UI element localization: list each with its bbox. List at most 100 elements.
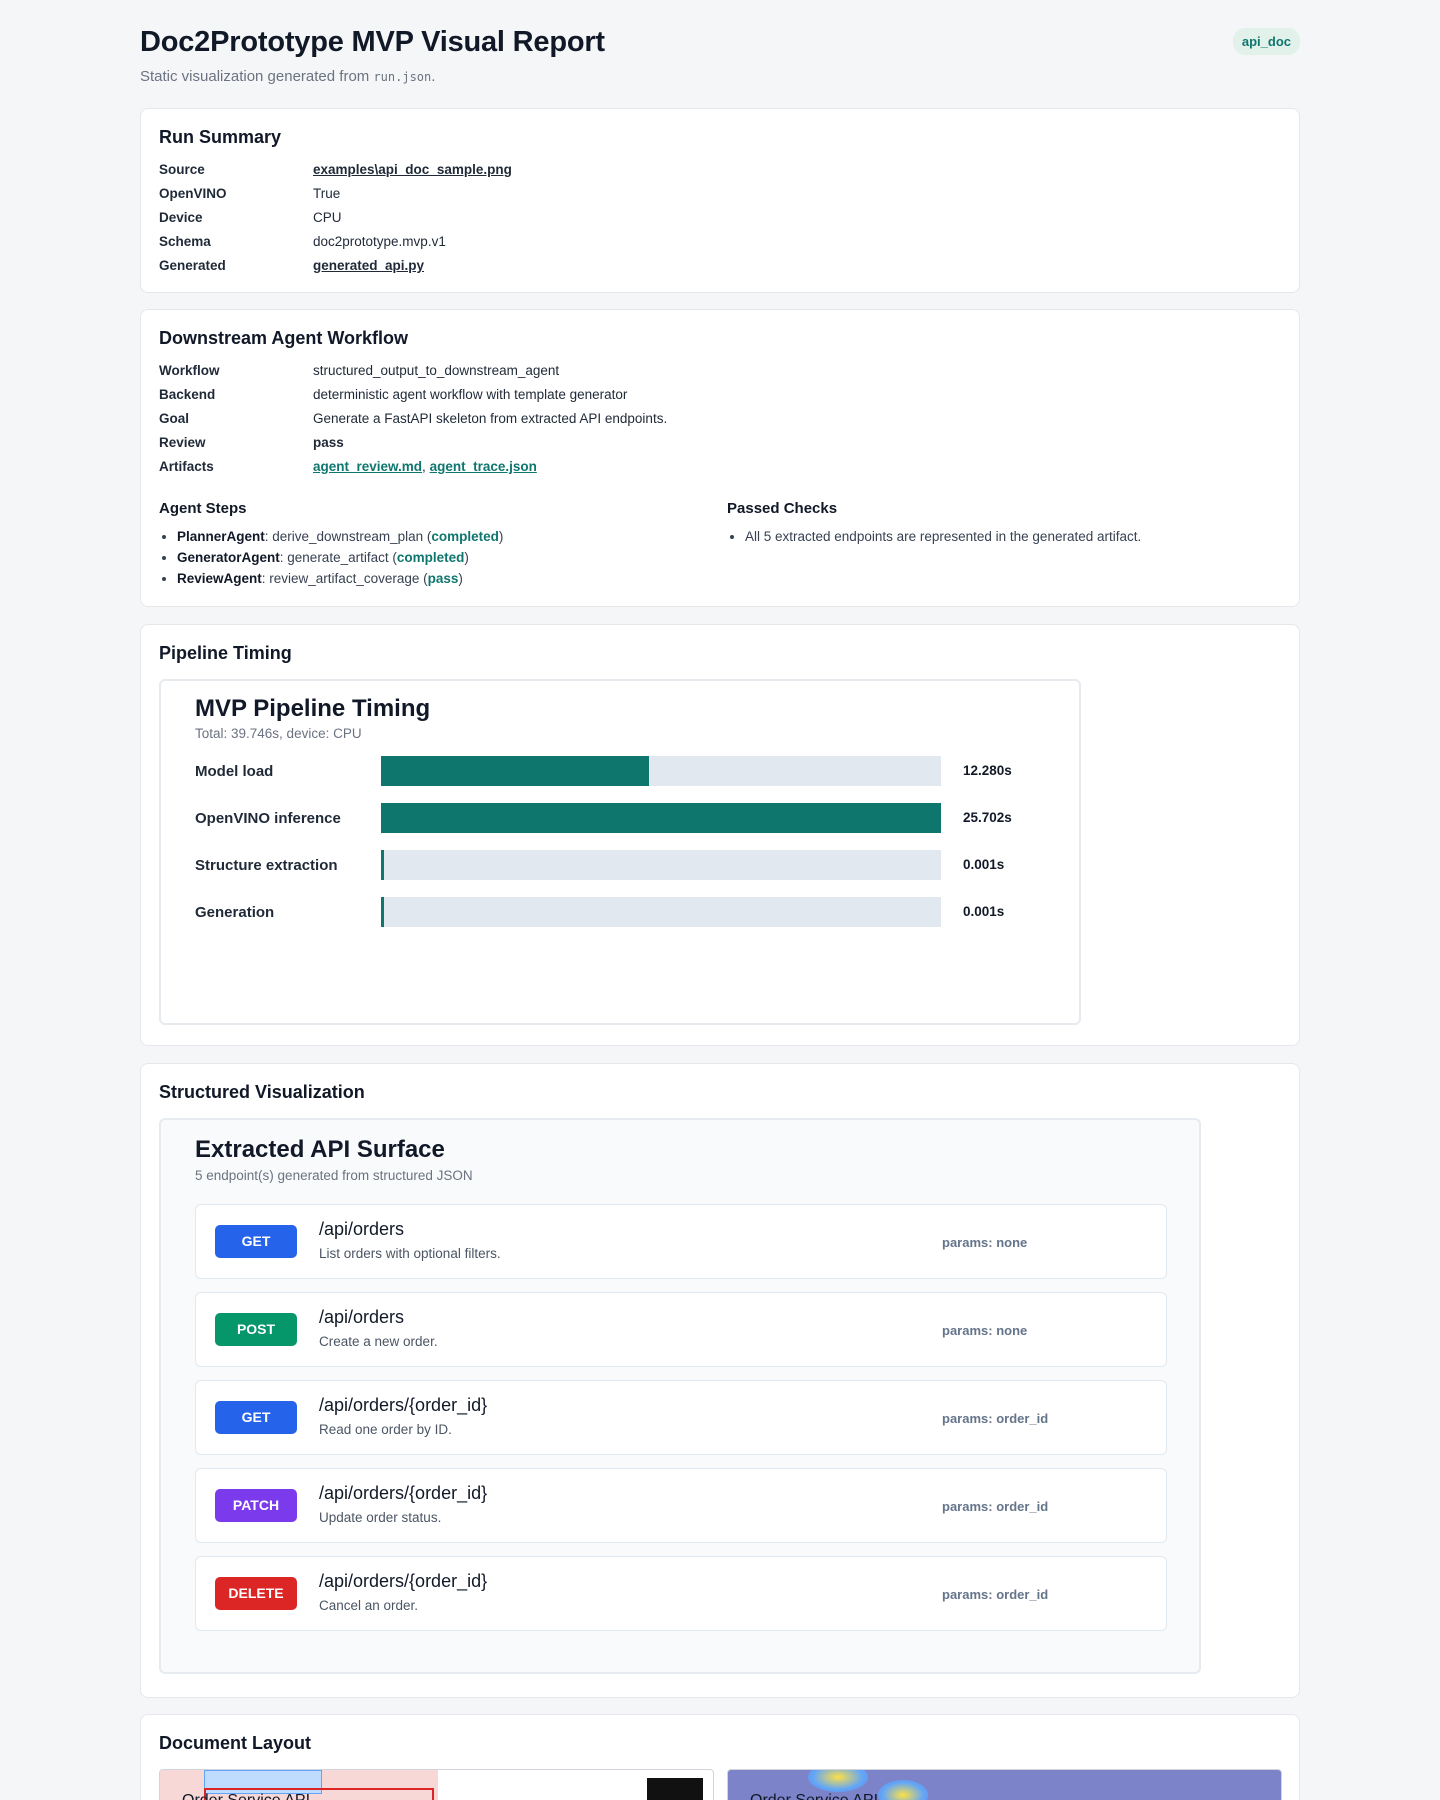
endpoint-params: params: order_id (942, 1499, 1049, 1514)
passed-checks-title: Passed Checks (727, 500, 838, 517)
agent-action: : derive_downstream_plan ( (264, 529, 432, 544)
goal-value: Generate a FastAPI skeleton from extract… (313, 411, 668, 426)
summary-row-openvino: OpenVINO True (159, 182, 512, 206)
timing-chart-frame: MVP Pipeline Timing Total: 39.746s, devi… (159, 679, 1081, 1025)
summary-row-device: Device CPU (159, 206, 512, 230)
page-subtitle: Static visualization generated from run.… (140, 68, 435, 85)
method-badge: GET (215, 1401, 297, 1434)
summary-key: Generated (159, 258, 226, 273)
method-badge: PATCH (215, 1489, 297, 1522)
endpoint-path: /api/orders (319, 1307, 405, 1327)
agent-trace-link[interactable]: agent_trace.json (430, 459, 537, 474)
timing-track (381, 850, 941, 880)
heatmap-spot (808, 1770, 868, 1792)
source-link[interactable]: examples\api_doc_sample.png (313, 158, 512, 182)
report-page: Doc2Prototype MVP Visual Report Static v… (140, 0, 1300, 1800)
endpoint-description: Read one order by ID. (319, 1422, 452, 1437)
run-summary-card: Run Summary Source examples\api_doc_sampl… (140, 108, 1300, 293)
timing-bar (381, 756, 649, 786)
structured-section-title: Structured Visualization (159, 1082, 365, 1102)
timing-track (381, 803, 941, 833)
method-badge: POST (215, 1313, 297, 1346)
endpoint-description: List orders with optional filters. (319, 1246, 501, 1261)
api-surface-subtitle: 5 endpoint(s) generated from structured … (195, 1168, 473, 1183)
step-status: pass (427, 571, 459, 586)
document-layout-title: Document Layout (159, 1733, 312, 1753)
endpoint-params: params: none (942, 1323, 1028, 1338)
timing-row: Generation 0.001s (195, 897, 1015, 927)
endpoint-card: PATCH/api/orders/{order_id} Update order … (195, 1468, 1167, 1543)
workflow-card: Downstream Agent Workflow Workflow struct… (140, 309, 1300, 607)
agent-steps-list: PlannerAgent: derive_downstream_plan (co… (159, 526, 503, 589)
endpoint-description: Create a new order. (319, 1334, 438, 1349)
backend-key: Backend (159, 387, 216, 402)
backend-value: deterministic agent workflow with templa… (313, 387, 628, 402)
page-header: Doc2Prototype MVP Visual Report Static v… (140, 0, 1300, 108)
heatmap-image: Order Service API (727, 1769, 1282, 1800)
timing-track (381, 756, 941, 786)
timing-section-title: Pipeline Timing (159, 643, 292, 663)
artifacts-row: Artifacts agent_review.md, agent_trace.js… (159, 455, 667, 479)
goal-key: Goal (159, 411, 190, 426)
agent-action: : generate_artifact ( (279, 550, 397, 565)
page-title: Doc2Prototype MVP Visual Report (140, 26, 605, 58)
endpoint-params: params: none (942, 1235, 1028, 1250)
endpoint-path: /api/orders (319, 1219, 405, 1239)
method-badge: GET (215, 1225, 297, 1258)
workflow-value: structured_output_to_downstream_agent (313, 363, 560, 378)
review-key: Review (159, 435, 206, 450)
agent-name: ReviewAgent (177, 571, 262, 586)
timing-label: OpenVINO inference (195, 810, 341, 827)
summary-key: OpenVINO (159, 186, 227, 201)
timing-row: Structure extraction 0.001s (195, 850, 1015, 880)
timing-value: 12.280s (963, 763, 1012, 778)
timing-value: 25.702s (963, 810, 1012, 825)
backend-row: Backend deterministic agent workflow with… (159, 383, 667, 407)
timing-label: Model load (195, 763, 274, 780)
summary-row-source: Source examples\api_doc_sample.png (159, 158, 512, 182)
summary-value: doc2prototype.mvp.v1 (313, 234, 446, 249)
list-item: PlannerAgent: derive_downstream_plan (co… (177, 526, 503, 547)
workflow-table: Workflow structured_output_to_downstream_… (159, 359, 667, 479)
list-item: ReviewAgent: review_artifact_coverage (p… (177, 568, 503, 589)
agent-name: GeneratorAgent (177, 550, 280, 565)
generated-file-link[interactable]: generated_api.py (313, 254, 424, 278)
timing-bar (381, 803, 941, 833)
step-status: completed (431, 529, 499, 544)
heatmap-spot (878, 1780, 928, 1800)
overlay-preview-text: Order Service API (182, 1792, 310, 1800)
heatmap-preview-text: Order Service API (750, 1792, 878, 1800)
document-layout-card: Document Layout Order Service API Order … (140, 1714, 1300, 1800)
subtitle-file: run.json (373, 70, 432, 84)
artifacts-separator: , (422, 459, 430, 474)
timing-label: Structure extraction (195, 857, 338, 874)
summary-key: Source (159, 162, 205, 177)
timing-value: 0.001s (963, 904, 1005, 919)
summary-value: CPU (313, 210, 342, 225)
review-status: pass (313, 435, 344, 450)
timing-card: Pipeline Timing MVP Pipeline Timing Tota… (140, 624, 1300, 1046)
api-surface-frame: Extracted API Surface 5 endpoint(s) gene… (159, 1118, 1201, 1674)
summary-key: Schema (159, 234, 211, 249)
endpoint-path: /api/orders/{order_id} (319, 1483, 488, 1503)
workflow-row: Workflow structured_output_to_downstream_… (159, 359, 667, 383)
timing-row: Model load 12.280s (195, 756, 1015, 786)
summary-key: Device (159, 210, 203, 225)
endpoint-card: DELETE/api/orders/{order_id} Cancel an or… (195, 1556, 1167, 1631)
method-badge: DELETE (215, 1577, 297, 1610)
timing-bar (381, 897, 384, 927)
timing-label: Generation (195, 904, 275, 921)
step-close: ) (464, 550, 469, 565)
agent-name: PlannerAgent (177, 529, 265, 544)
artifacts-key: Artifacts (159, 459, 214, 474)
endpoint-card: POST/api/orders Create a new order. params… (195, 1292, 1167, 1367)
summary-row-generated: Generated generated_api.py (159, 254, 512, 278)
structured-card: Structured Visualization Extracted API S… (140, 1063, 1300, 1698)
step-close: ) (458, 571, 463, 586)
timing-value: 0.001s (963, 857, 1005, 872)
summary-value: True (313, 186, 341, 201)
passed-checks-list: All 5 extracted endpoints are represente… (727, 526, 1141, 547)
timing-chart-subtitle: Total: 39.746s, device: CPU (195, 726, 362, 741)
agent-steps-title: Agent Steps (159, 500, 247, 517)
agent-review-link[interactable]: agent_review.md (313, 459, 422, 474)
